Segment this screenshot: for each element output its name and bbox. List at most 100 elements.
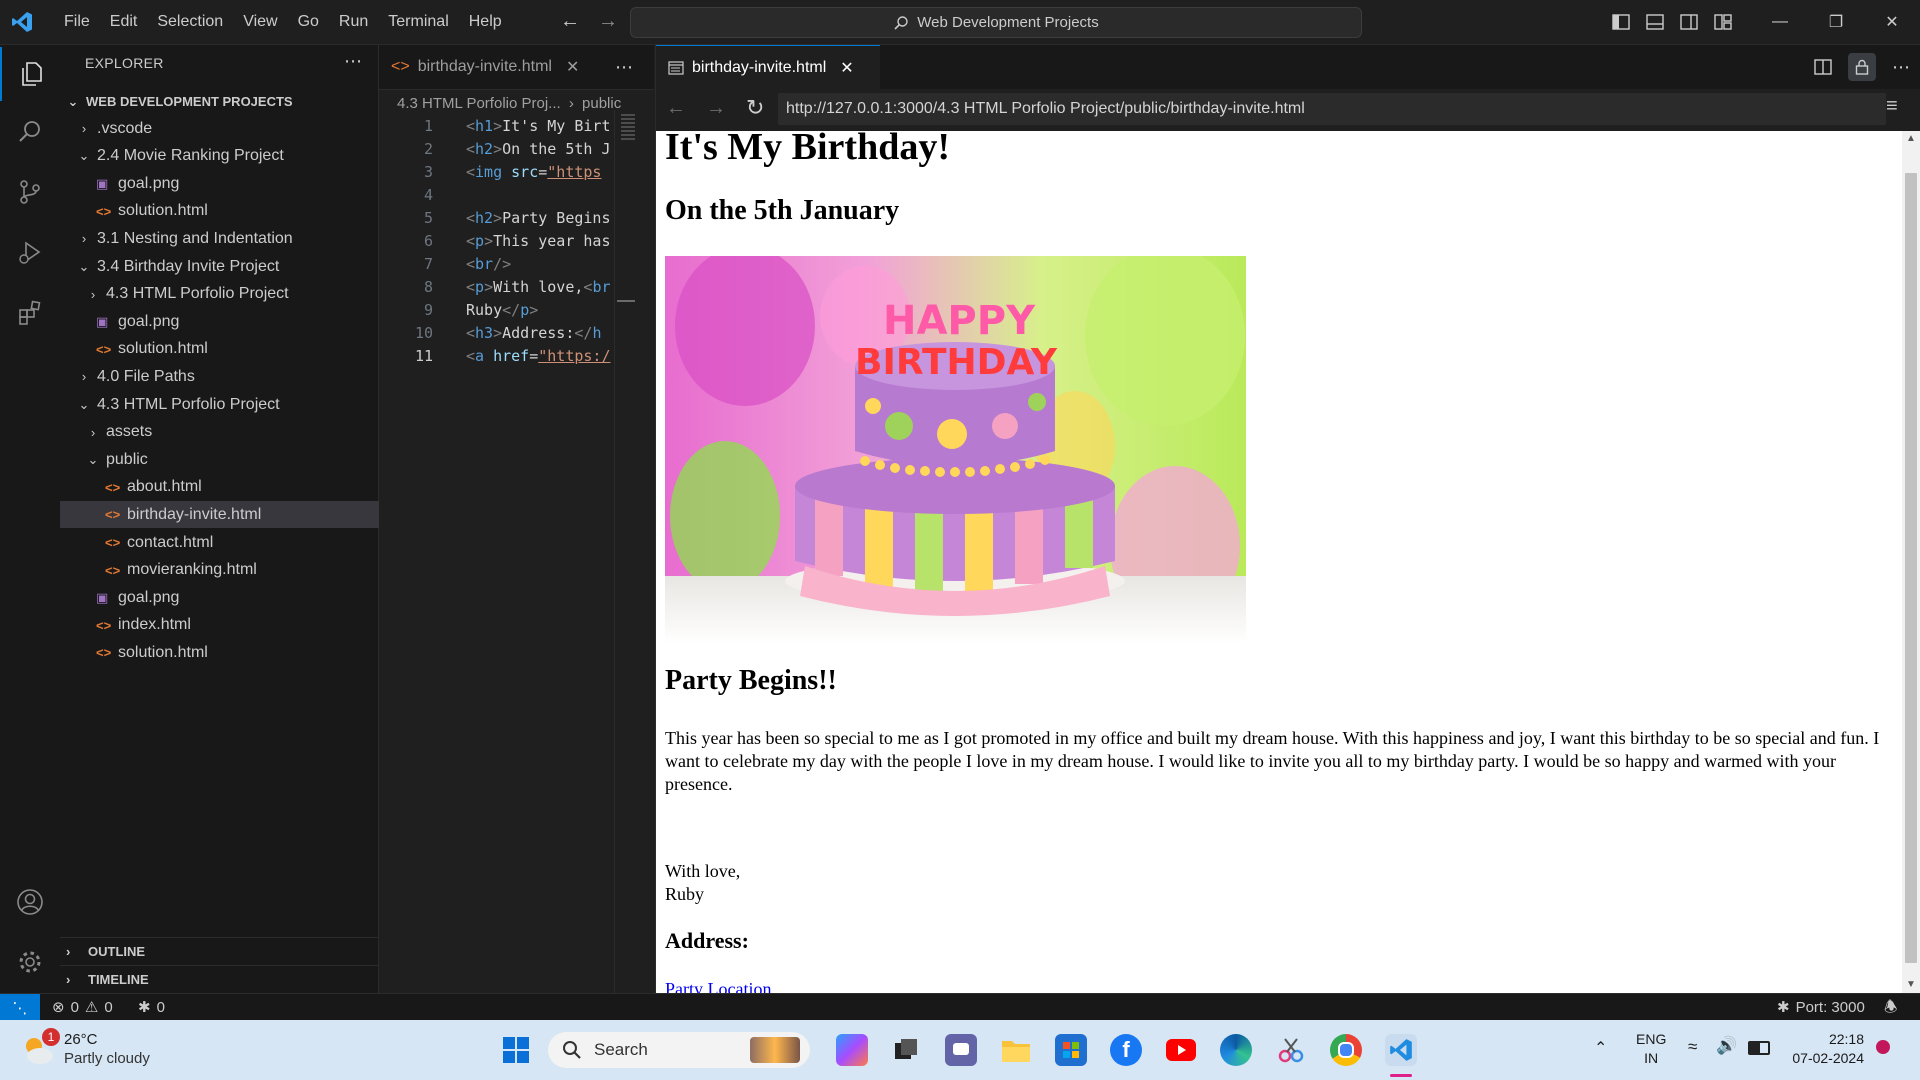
close-tab-icon[interactable]: ✕ [840,58,853,78]
code-line[interactable]: 11 <a href="https:/ [379,347,639,370]
tree-folder[interactable]: ⌄ 2.4 Movie Ranking Project [60,143,395,170]
toggle-sidebar-icon[interactable] [1604,0,1638,44]
windows-start-icon[interactable] [500,1034,532,1066]
tree-folder[interactable]: › 4.3 HTML Porfolio Project [60,281,404,308]
customize-layout-icon[interactable] [1706,0,1740,44]
outline-section[interactable]: › OUTLINE [60,937,378,965]
tree-file[interactable]: <> birthday-invite.html [60,501,423,529]
task-view-icon[interactable] [890,1034,922,1066]
settings-gear-icon[interactable] [0,935,60,989]
restore-button[interactable]: ❐ [1808,0,1864,44]
tree-file[interactable]: ▣ goal.png [60,584,414,611]
show-hidden-icons-chevron-icon[interactable]: ⌃ [1594,1038,1607,1058]
workspace-header[interactable]: ⌄ WEB DEVELOPMENT PROJECTS [60,88,378,115]
minimap[interactable] [614,110,641,993]
code-line[interactable]: 2 <h2>On the 5th J [379,140,639,163]
back-arrow-icon[interactable]: ← [560,10,580,33]
snipping-tool-icon[interactable] [1275,1034,1307,1066]
lock-group-icon[interactable] [1848,53,1876,81]
facebook-icon[interactable]: f [1110,1034,1142,1066]
menu-selection[interactable]: Selection [147,0,233,44]
tree-file[interactable]: <> about.html [60,474,423,501]
menu-help[interactable]: Help [459,0,512,44]
volume-icon[interactable]: 🔊 [1716,1036,1737,1056]
tree-folder[interactable]: ⌄ 3.4 Birthday Invite Project [60,253,395,280]
tree-folder[interactable]: › assets [60,419,404,446]
edge-browser-icon[interactable] [1220,1034,1252,1066]
menu-terminal[interactable]: Terminal [378,0,458,44]
close-window-button[interactable]: ✕ [1864,0,1920,44]
tree-file[interactable]: <> solution.html [60,198,414,225]
tree-folder[interactable]: ⌄ public [60,446,404,473]
timeline-section[interactable]: › TIMELINE [60,965,378,993]
menu-hamburger-icon[interactable]: ≡ [1886,95,1898,118]
menu-view[interactable]: View [233,0,287,44]
code-line[interactable]: 5 <h2>Party Begins [379,209,639,232]
code-line[interactable]: 8 <p>With love,<br [379,278,639,301]
remote-indicator-icon[interactable]: ⋱ [0,994,40,1021]
more-actions-icon[interactable]: ⋯ [344,51,362,72]
tree-folder[interactable]: ⌄ 4.3 HTML Porfolio Project [60,391,395,418]
port-indicator[interactable]: ✱ Port: 3000 [1777,998,1865,1017]
teams-chat-icon[interactable] [945,1034,977,1066]
breadcrumb-folder[interactable]: 4.3 HTML Porfolio Proj... [397,95,561,112]
menu-go[interactable]: Go [288,0,329,44]
input-language[interactable]: ENG IN [1636,1030,1666,1068]
scroll-up-icon[interactable]: ▲ [1906,133,1916,144]
extensions-icon[interactable] [0,285,60,339]
explorer-icon[interactable] [0,47,62,101]
code-line[interactable]: 10 <h3>Address:</h [379,324,639,347]
copilot-icon[interactable] [836,1034,868,1066]
code-line[interactable]: 1 <h1>It's My Birt [379,117,639,140]
menu-edit[interactable]: Edit [100,0,148,44]
reload-icon[interactable]: ↻ [746,95,764,121]
youtube-icon[interactable] [1165,1034,1197,1066]
system-clock[interactable]: 22:18 07-02-2024 [1784,1030,1864,1068]
party-location-link[interactable]: Party Location [665,979,771,993]
file-explorer-icon[interactable] [1000,1034,1032,1066]
forward-arrow-icon[interactable]: → [598,10,618,33]
tree-file[interactable]: ▣ goal.png [60,170,414,197]
vscode-taskbar-icon[interactable] [1385,1034,1417,1066]
account-icon[interactable] [0,875,60,929]
ports-indicator[interactable]: ✱ 0 [138,998,165,1017]
tree-file[interactable]: <> movieranking.html [60,557,423,584]
tree-file[interactable]: ▣ goal.png [60,308,414,335]
scroll-down-icon[interactable]: ▼ [1906,979,1916,990]
search-icon[interactable] [0,105,60,159]
code-line[interactable]: 7 <br/> [379,255,639,278]
browser-back-icon[interactable]: ← [666,97,686,120]
wifi-icon[interactable]: ≈ [1688,1037,1697,1057]
battery-icon[interactable] [1748,1041,1770,1055]
code-line[interactable]: 9 Ruby</p> [379,301,639,324]
tree-folder[interactable]: › 4.0 File Paths [60,363,395,390]
command-center[interactable]: Web Development Projects [630,7,1362,38]
scroll-thumb[interactable] [1905,173,1917,963]
code-line[interactable]: 3 <img src="https [379,163,639,186]
toggle-secondary-sidebar-icon[interactable] [1672,0,1706,44]
tree-file[interactable]: <> solution.html [60,639,414,666]
tree-folder[interactable]: › 3.1 Nesting and Indentation [60,225,395,252]
tree-file[interactable]: <> index.html [60,612,414,639]
tree-file[interactable]: <> solution.html [60,336,414,363]
minimize-button[interactable]: — [1752,0,1808,44]
microsoft-store-icon[interactable] [1055,1034,1087,1066]
tab-birthday-invite-code[interactable]: <> birthday-invite.html ✕ [379,45,613,89]
toggle-panel-icon[interactable] [1638,0,1672,44]
close-tab-icon[interactable]: ✕ [566,57,579,77]
tree-folder[interactable]: › .vscode [60,115,395,142]
taskbar-search[interactable]: Search [548,1032,810,1068]
menu-file[interactable]: File [54,0,100,44]
split-editor-icon[interactable] [1814,45,1844,89]
menu-run[interactable]: Run [329,0,378,44]
notification-badge-icon[interactable] [1876,1040,1890,1054]
chrome-icon[interactable] [1330,1034,1362,1066]
url-input[interactable]: http://127.0.0.1:3000/4.3 HTML Porfolio … [778,93,1886,125]
more-actions-icon[interactable]: ⋯ [1880,45,1920,89]
code-line[interactable]: 6 <p>This year has [379,232,639,255]
notifications-bell-icon[interactable]: 🕭 [1884,997,1897,1022]
tab-birthday-invite-preview[interactable]: birthday-invite.html ✕ [656,45,880,89]
run-debug-icon[interactable] [0,225,60,279]
browser-forward-icon[interactable]: → [706,97,726,120]
page-scrollbar[interactable]: ▲ ▼ [1902,131,1920,993]
